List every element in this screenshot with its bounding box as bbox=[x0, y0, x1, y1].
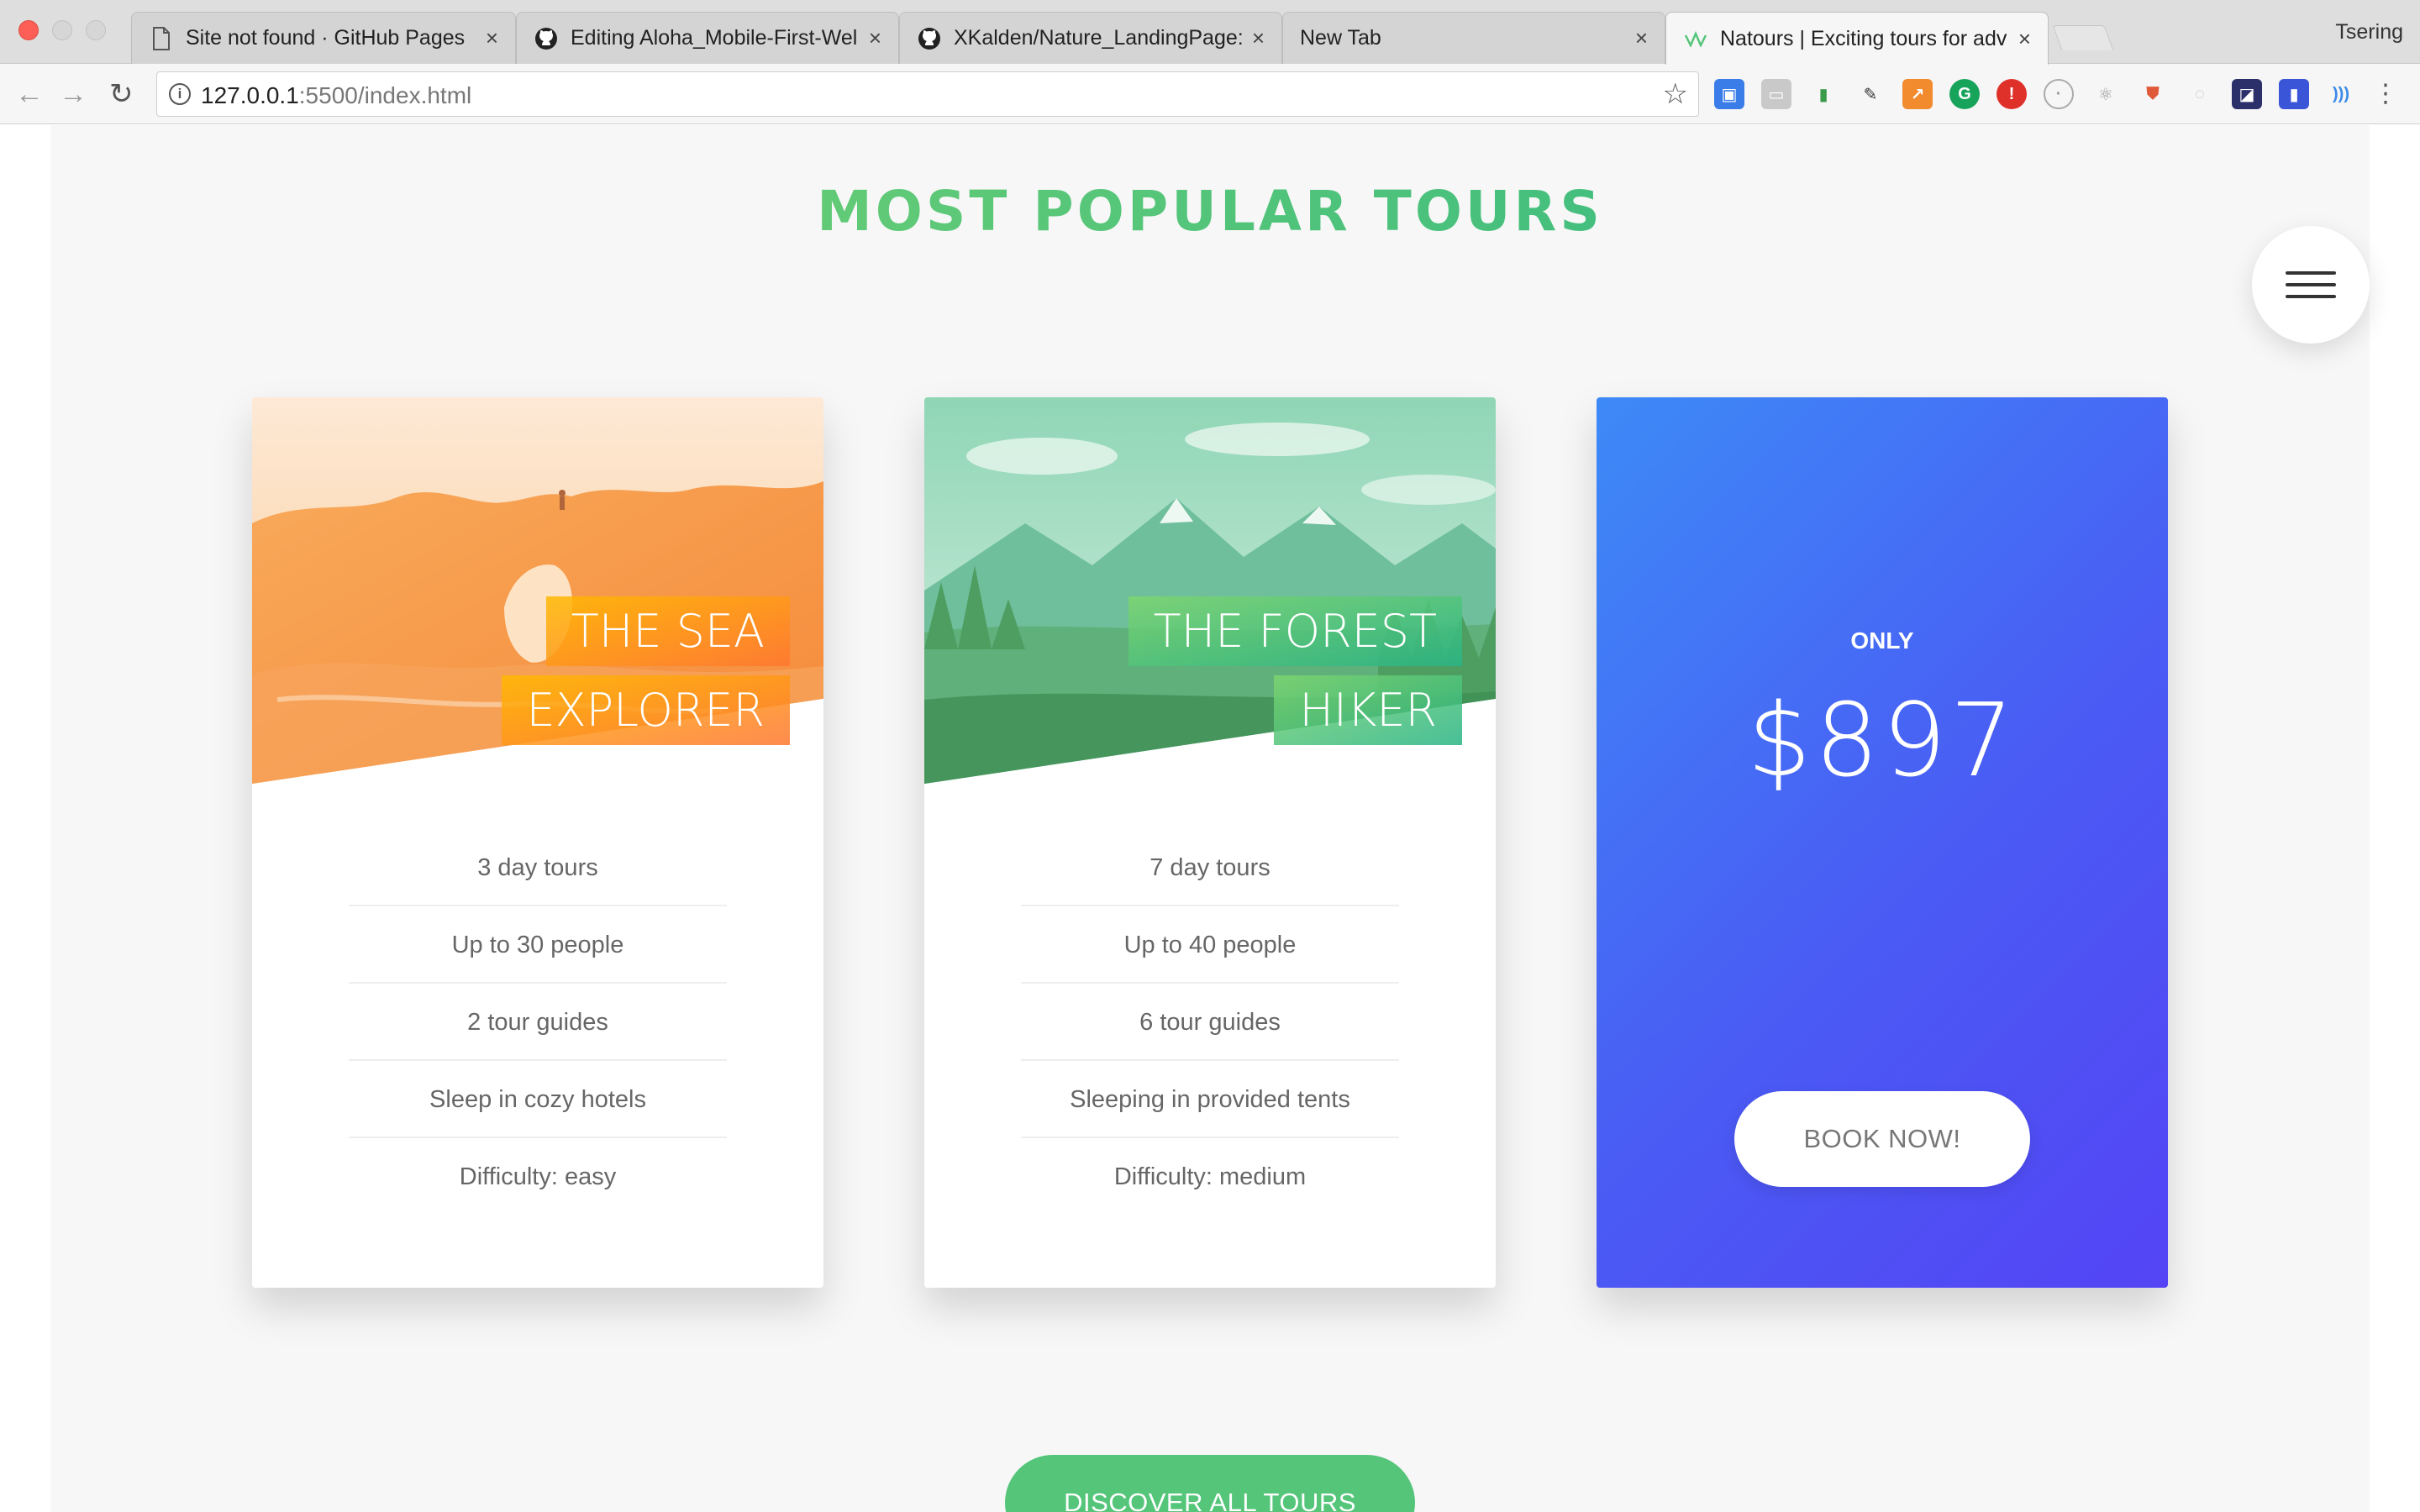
zoom-window-button[interactable] bbox=[86, 20, 106, 40]
list-item: Difficulty: medium bbox=[1113, 1163, 1307, 1190]
github-icon bbox=[534, 26, 559, 51]
browser-tab[interactable]: Editing Aloha_Mobile-First-Wel × bbox=[516, 12, 899, 64]
tab-title: XKalden/Nature_LandingPage: bbox=[954, 26, 1242, 50]
info-icon[interactable]: i bbox=[169, 83, 191, 105]
minimize-window-button[interactable] bbox=[52, 20, 72, 40]
extension-icon[interactable]: ▭ bbox=[1761, 79, 1791, 109]
tour-card[interactable]: The Forest Hiker 7 day tours Up to 40 pe… bbox=[924, 397, 1496, 1288]
browser-toolbar: ← → ↻ i 127.0.0.1:5500/index.html ☆ ▣ ▭ … bbox=[0, 64, 2420, 124]
new-tab-button[interactable] bbox=[2052, 25, 2114, 50]
browser-menu-icon[interactable]: ⋮ bbox=[2373, 79, 2398, 109]
list-item: Difficulty: easy bbox=[459, 1163, 617, 1190]
extension-icon[interactable]: ↗ bbox=[1902, 79, 1933, 109]
extension-icons: ▣ ▭ ▮ ✎ ↗ G ! · ⚛ ⛊ ◌ ◪ ▮ ))) bbox=[1714, 79, 2356, 109]
extension-icon[interactable]: ))) bbox=[2326, 79, 2356, 109]
tour-card[interactable]: The Sea Explorer 3 day tours Up to 30 pe… bbox=[252, 397, 823, 1288]
list-item: 2 tour guides bbox=[349, 984, 727, 1061]
profile-name[interactable]: Tsering bbox=[2335, 20, 2403, 45]
extension-icon[interactable]: ! bbox=[1996, 79, 2027, 109]
extension-icon[interactable]: ◌ bbox=[2185, 79, 2215, 109]
extension-icon[interactable]: ▣ bbox=[1714, 79, 1744, 109]
natours-icon bbox=[1683, 26, 1708, 51]
back-arrow-icon[interactable]: ← bbox=[15, 77, 44, 111]
card-heading: The Forest Hiker bbox=[1109, 592, 1462, 750]
tab-title: New Tab bbox=[1300, 26, 1381, 50]
browser-tab-active[interactable]: Natours | Exciting tours for adv × bbox=[1665, 12, 2049, 65]
section-title: Most popular tours bbox=[50, 179, 2370, 244]
reload-icon[interactable]: ↻ bbox=[109, 77, 134, 111]
book-now-button[interactable]: Book now! bbox=[1734, 1091, 2030, 1187]
github-icon bbox=[917, 26, 942, 51]
extension-icon[interactable]: · bbox=[2044, 79, 2074, 109]
forward-arrow-icon[interactable]: → bbox=[59, 77, 87, 111]
close-icon[interactable]: × bbox=[486, 25, 498, 51]
extension-icon[interactable]: ◪ bbox=[2232, 79, 2262, 109]
browser-tab[interactable]: New Tab × bbox=[1282, 12, 1665, 64]
discover-all-tours-button[interactable]: Discover all tours bbox=[1005, 1455, 1415, 1512]
price-card[interactable]: Only $897 Book now! bbox=[1597, 397, 2168, 1288]
extension-icon[interactable]: ▮ bbox=[2279, 79, 2309, 109]
bookmark-star-icon[interactable]: ☆ bbox=[1663, 77, 1688, 111]
close-icon[interactable]: × bbox=[869, 25, 881, 51]
price-value: $897 bbox=[1747, 683, 2018, 800]
list-item: 3 day tours bbox=[349, 829, 727, 906]
card-heading: The Sea Explorer bbox=[437, 592, 790, 750]
list-item: Sleeping in provided tents bbox=[1021, 1061, 1399, 1138]
close-icon[interactable]: × bbox=[2018, 26, 2031, 52]
chart-extension-icon[interactable]: ▮ bbox=[1808, 79, 1839, 109]
browser-tab[interactable]: Site not found · GitHub Pages × bbox=[131, 12, 516, 64]
close-icon[interactable]: × bbox=[1252, 25, 1265, 51]
extension-icon[interactable]: ⚛ bbox=[2091, 79, 2121, 109]
grammarly-icon[interactable]: G bbox=[1949, 79, 1980, 109]
tab-title: Editing Aloha_Mobile-First-Wel bbox=[571, 26, 858, 50]
section-tours: Most popular tours bbox=[50, 125, 2370, 1512]
page-viewport: Most popular tours bbox=[0, 125, 2420, 1512]
close-icon[interactable]: × bbox=[1635, 25, 1648, 51]
close-window-button[interactable] bbox=[18, 20, 39, 40]
list-item: 6 tour guides bbox=[1021, 984, 1399, 1061]
card-details-list: 7 day tours Up to 40 people 6 tour guide… bbox=[1021, 854, 1399, 1215]
browser-tab-bar: Site not found · GitHub Pages × Editing … bbox=[0, 0, 2420, 65]
hamburger-icon bbox=[2286, 271, 2336, 275]
browser-tab[interactable]: XKalden/Nature_LandingPage: × bbox=[899, 12, 1282, 64]
address-bar[interactable]: i 127.0.0.1:5500/index.html ☆ bbox=[156, 71, 1699, 117]
list-item: 7 day tours bbox=[1021, 829, 1399, 906]
list-item: Up to 40 people bbox=[1021, 906, 1399, 984]
page-icon bbox=[149, 26, 174, 51]
list-item: Up to 30 people bbox=[349, 906, 727, 984]
eyedropper-icon[interactable]: ✎ bbox=[1855, 79, 1886, 109]
navigation-menu-button[interactable] bbox=[2252, 226, 2370, 344]
price-only-label: Only bbox=[1850, 627, 1914, 654]
shield-icon[interactable]: ⛊ bbox=[2138, 79, 2168, 109]
tab-title: Site not found · GitHub Pages bbox=[186, 26, 466, 50]
tab-title: Natours | Exciting tours for adv bbox=[1720, 26, 2007, 50]
list-item: Sleep in cozy hotels bbox=[349, 1061, 727, 1138]
url-text[interactable]: 127.0.0.1:5500/index.html bbox=[201, 82, 471, 109]
card-details-list: 3 day tours Up to 30 people 2 tour guide… bbox=[349, 854, 727, 1215]
